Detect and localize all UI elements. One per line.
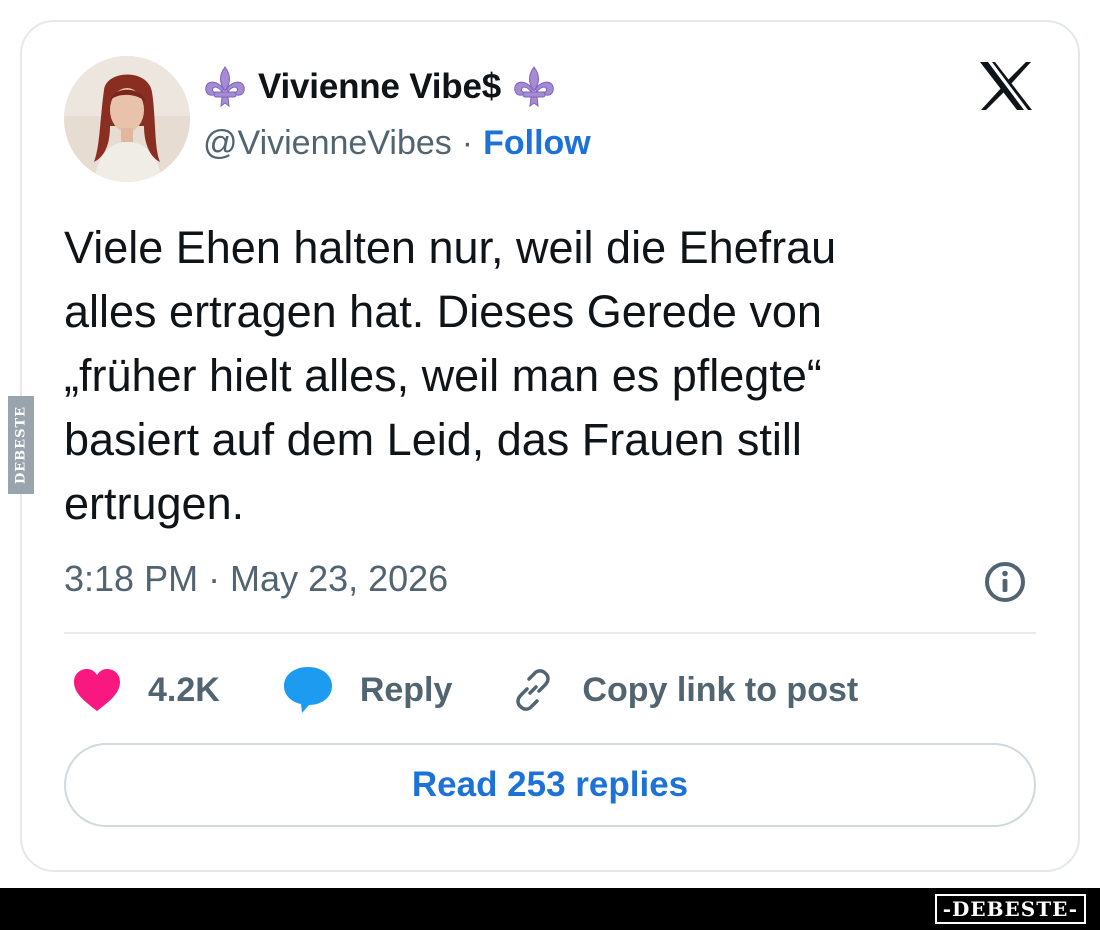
bottom-watermark: -DEBESTE- <box>934 894 1086 924</box>
fleur-de-lis-icon <box>205 66 245 108</box>
copy-link-button[interactable]: Copy link to post <box>452 667 858 713</box>
read-replies-button[interactable]: Read 253 replies <box>64 743 1036 827</box>
display-name[interactable]: Vivienne Vibe$ <box>258 67 501 107</box>
author-handle[interactable]: @VivienneVibes <box>203 124 452 163</box>
action-bar: 4.2K Reply Copy link to post <box>64 662 858 718</box>
author-name-row[interactable]: Vivienne Vibe$ <box>202 62 557 112</box>
reply-button[interactable]: Reply <box>220 665 453 715</box>
separator-dot: · <box>461 124 474 162</box>
handle-row: @VivienneVibes · Follow <box>203 124 591 163</box>
link-icon <box>516 669 551 711</box>
follow-button[interactable]: Follow <box>483 124 591 163</box>
tweet-text: Viele Ehen halten nur, weil die Ehefrau … <box>64 222 837 529</box>
like-count: 4.2K <box>148 670 220 709</box>
tweet-timestamp[interactable]: 3:18 PM · May 23, 2026 <box>64 558 448 600</box>
heart-icon <box>74 669 120 711</box>
fleur-de-lis-icon <box>514 66 554 108</box>
divider <box>64 632 1036 634</box>
info-icon[interactable] <box>984 561 1026 603</box>
like-button[interactable]: 4.2K <box>64 667 220 713</box>
speech-bubble-icon <box>283 667 332 713</box>
reply-label: Reply <box>359 670 453 709</box>
side-watermark: DEBESTE <box>8 396 34 494</box>
copy-link-label: Copy link to post <box>582 670 859 709</box>
bottom-bar: -DEBESTE- <box>0 888 1100 930</box>
x-logo-icon[interactable] <box>978 60 1034 112</box>
avatar[interactable] <box>64 56 190 182</box>
